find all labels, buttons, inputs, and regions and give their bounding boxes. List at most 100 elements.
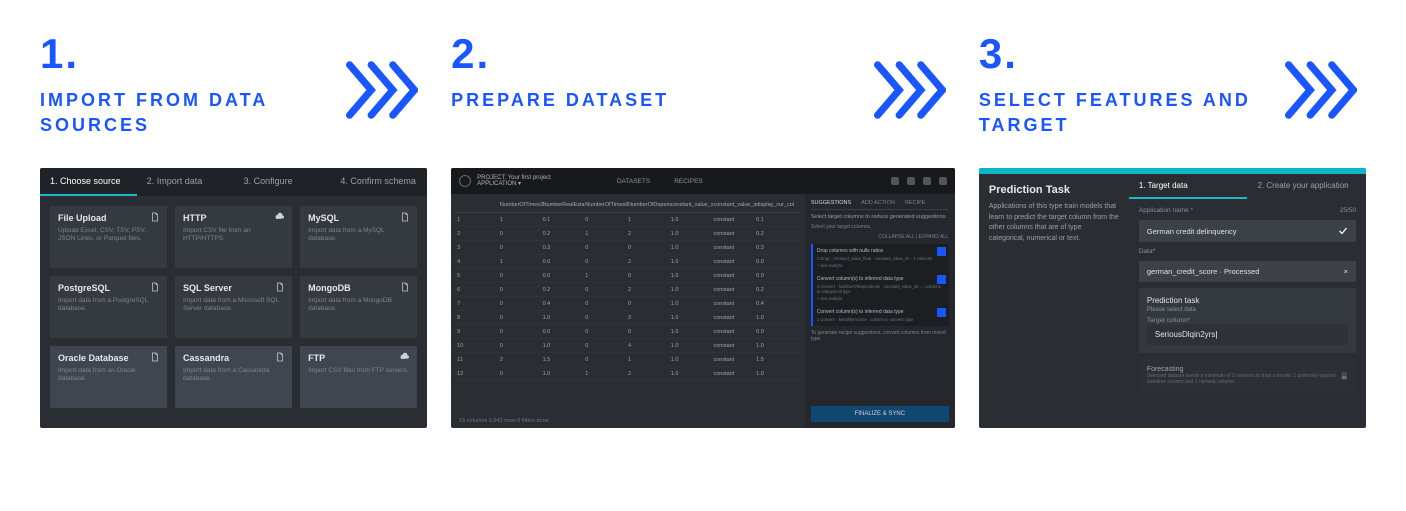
column-header[interactable]: display_cur_col <box>756 202 799 208</box>
column-header[interactable]: NumberOfTimes60_8… <box>585 202 628 208</box>
add-recipe-button[interactable] <box>937 308 946 317</box>
recipe-suggestion[interactable]: Drop columns with nulls ratios1 Drop · c… <box>811 244 949 272</box>
forecasting-hint: Selected dataset needs a minimum of 3 co… <box>1147 373 1340 385</box>
recipe-suggestion[interactable]: Convert column(s) to inferred data type1… <box>811 305 949 326</box>
target-column-label: Target column* <box>1147 317 1348 324</box>
topbar-icon[interactable] <box>939 177 947 185</box>
table-row[interactable]: 801.0031.0constant1.0 <box>455 311 801 325</box>
table-row[interactable]: 110.1011.0constant0.1 <box>455 213 801 227</box>
column-header[interactable]: NumberOfTimes30… <box>500 202 543 208</box>
step-1-number: 1. <box>40 30 337 78</box>
side-tab-suggestions[interactable]: SUGGESTIONS <box>811 200 851 206</box>
step-2-title: PREPARE DATASET <box>451 88 865 113</box>
card-title: PostgreSQL <box>58 283 159 293</box>
card-title: MongoDB <box>308 283 409 293</box>
source-card-file-upload[interactable]: File Upload Upload Excel, CSV, TSV, PSV, … <box>50 206 167 268</box>
forecasting-title: Forecasting <box>1147 366 1340 373</box>
card-title: File Upload <box>58 213 159 223</box>
screenshot-step-3: Prediction Task Applications of this typ… <box>979 168 1366 428</box>
data-select[interactable]: german_credit_score · Processed × <box>1139 261 1356 282</box>
column-header[interactable]: NumberOfDepend… <box>628 202 671 208</box>
column-header[interactable]: NumberRealEstate… <box>543 202 586 208</box>
card-subtitle: Import data from a MongoDB database. <box>308 297 409 314</box>
table-row[interactable]: 900.0001.0constant0.0 <box>455 325 801 339</box>
source-card-cassandra[interactable]: Cassandra Import data from a Cassandra da… <box>175 346 292 408</box>
prediction-task-hint: Please select data <box>1147 307 1348 313</box>
nav-recipes[interactable]: RECIPES <box>674 178 703 185</box>
finalize-sync-button[interactable]: FINALIZE & SYNC <box>811 406 949 422</box>
side-header-text: Select target columns to reduce generate… <box>811 214 949 220</box>
table-footer: 15 columns 6,943 rows 6 filters done <box>455 414 801 428</box>
table-row[interactable]: 1001.0041.0constant1.0 <box>455 339 801 353</box>
step-3-number: 3. <box>979 30 1276 78</box>
tab-choose-source[interactable]: 1. Choose source <box>40 168 137 196</box>
card-subtitle: Import data from a MySQL database. <box>308 227 409 244</box>
target-column-input[interactable]: SeriousDlqin2yrs <box>1147 324 1348 345</box>
card-subtitle: Import CSV file from an HTTP/HTTPS. <box>183 227 284 244</box>
card-title: Cassandra <box>183 353 284 363</box>
source-card-postgresql[interactable]: PostgreSQL Import data from a PostgreSQL … <box>50 276 167 338</box>
chevron-right-icon <box>1276 30 1366 120</box>
prediction-task-subtitle: Prediction task <box>1147 296 1348 305</box>
table-row[interactable]: 300.3001.0constant0.3 <box>455 241 801 255</box>
table-row[interactable]: 700.4001.0constant0.4 <box>455 297 801 311</box>
topbar-icon[interactable] <box>907 177 915 185</box>
column-header[interactable]: constant_value_int <box>713 202 756 208</box>
nav-datasets[interactable]: DATASETS <box>617 178 650 185</box>
source-card-oracle-database[interactable]: Oracle Database Import data from an Oracl… <box>50 346 167 408</box>
source-card-mysql[interactable]: MySQLImport data from a MySQL database. <box>300 206 417 268</box>
table-row[interactable]: 410.0021.0constant0.0 <box>455 255 801 269</box>
tab-target-data[interactable]: 1. Target data <box>1129 174 1248 199</box>
tab-confirm-schema[interactable]: 4. Confirm schema <box>330 168 427 196</box>
tab-create-application[interactable]: 2. Create your application <box>1247 174 1366 199</box>
side-note: To generate recipe suggestions, convert … <box>811 330 949 342</box>
application-dropdown[interactable]: APPLICATION ▾ <box>477 181 551 187</box>
side-prompt: Select your target columns. <box>811 224 949 230</box>
close-icon[interactable]: × <box>1344 267 1348 276</box>
add-recipe-button[interactable] <box>937 275 946 284</box>
lock-icon <box>1340 370 1348 382</box>
table-row[interactable]: 500.0101.0constant0.0 <box>455 269 801 283</box>
app-name-counter: 25/50 <box>1340 207 1356 214</box>
column-header[interactable] <box>457 202 500 208</box>
card-subtitle: Import data from a Cassandra database. <box>183 367 284 384</box>
topbar-icon[interactable] <box>891 177 899 185</box>
side-tab-recipe[interactable]: RECIPE <box>905 200 925 206</box>
card-subtitle: Import data from a PostgreSQL database. <box>58 297 159 314</box>
card-title: Oracle Database <box>58 353 159 363</box>
card-subtitle: Import data from a Microsoft SQL Server … <box>183 297 284 314</box>
card-subtitle: Upload Excel, CSV, TSV, PSV, JSON Lines,… <box>58 227 159 244</box>
table-row[interactable]: 1201.0121.0constant1.0 <box>455 367 801 381</box>
step-3-title: SELECT FEATURES AND TARGET <box>979 88 1276 138</box>
card-title: FTP <box>308 353 409 363</box>
tab-import-data[interactable]: 2. Import data <box>137 168 234 196</box>
source-card-sql-server[interactable]: SQL Server Import data from a Microsoft S… <box>175 276 292 338</box>
card-subtitle: Import data from an Oracle database. <box>58 367 159 384</box>
app-name-label: Application name * <box>1139 207 1193 214</box>
step-1-title: IMPORT FROM DATA SOURCES <box>40 88 337 138</box>
app-logo-icon <box>459 175 471 187</box>
source-card-ftp[interactable]: FTP Import CSV files from FTP servers. <box>300 346 417 408</box>
check-icon <box>1338 226 1348 236</box>
source-card-http[interactable]: HTTPImport CSV file from an HTTP/HTTPS. <box>175 206 292 268</box>
screenshot-step-2: PROJECT: Your first project APPLICATION … <box>451 168 955 428</box>
table-row[interactable]: 600.2021.0constant0.2 <box>455 283 801 297</box>
add-recipe-button[interactable] <box>937 247 946 256</box>
table-row[interactable]: 200.2121.0constant0.2 <box>455 227 801 241</box>
collapse-expand-toggle[interactable]: COLLAPSE ALL | EXPAND ALL <box>811 234 949 240</box>
card-subtitle: Import CSV files from FTP servers. <box>308 367 409 375</box>
source-card-mongodb[interactable]: MongoDB Import data from a MongoDB databa… <box>300 276 417 338</box>
topbar-icon[interactable] <box>923 177 931 185</box>
card-title: SQL Server <box>183 283 284 293</box>
table-row[interactable]: 1121.5011.0constant1.5 <box>455 353 801 367</box>
tab-configure[interactable]: 3. Configure <box>234 168 331 196</box>
data-label: Data* <box>1139 248 1356 255</box>
chevron-right-icon <box>337 30 427 120</box>
prediction-task-title: Prediction Task <box>989 184 1119 196</box>
recipe-suggestion[interactable]: Convert column(s) to inferred data type3… <box>811 272 949 305</box>
side-tab-add-action[interactable]: ADD ACTION <box>861 200 895 206</box>
app-name-input[interactable]: German credit delinquency <box>1139 220 1356 242</box>
column-header[interactable]: constant_value_str <box>671 202 714 208</box>
step-2-number: 2. <box>451 30 865 78</box>
chevron-right-icon <box>865 30 955 120</box>
